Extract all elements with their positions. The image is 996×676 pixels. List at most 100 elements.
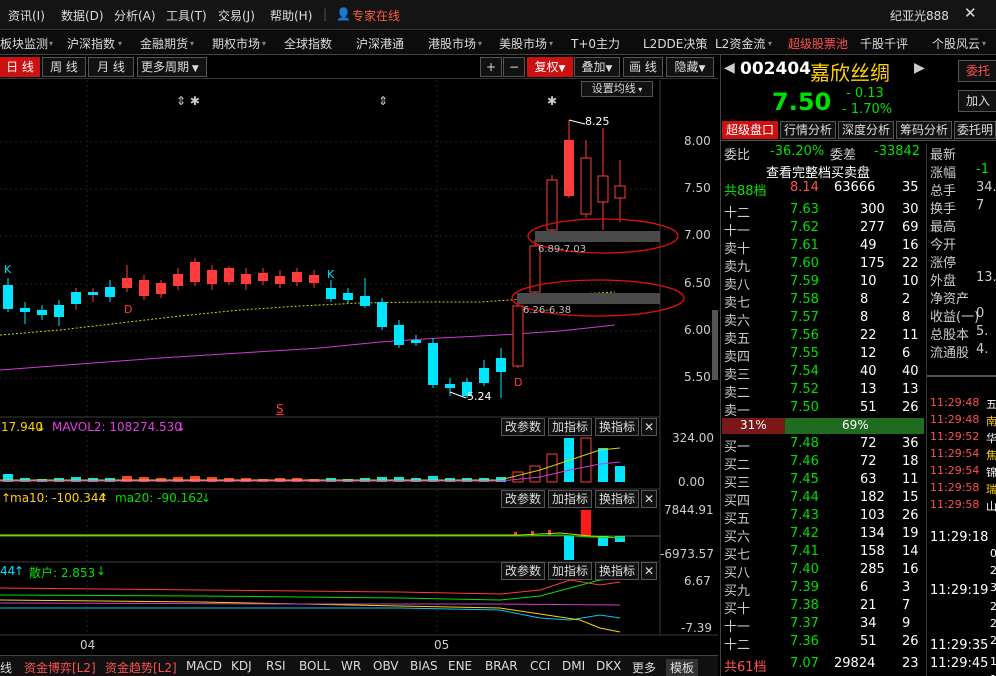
- order-count: 6: [902, 346, 911, 361]
- news-text[interactable]: 锦: [986, 464, 996, 482]
- kline-chart-area[interactable]: ⇕ ✱ ⇕ ✱ 设置均线 ▾ 8.00 7.50 7.00 6.50 6.00 …: [0, 80, 718, 676]
- params-button[interactable]: 改参数: [501, 562, 545, 580]
- prev-stock-icon[interactable]: ◀: [724, 60, 735, 78]
- entrust-button[interactable]: 委托: [958, 60, 996, 82]
- news-text[interactable]: 南: [986, 413, 996, 431]
- news-text[interactable]: 焦: [986, 447, 996, 465]
- menu-item-trade[interactable]: 交易(J): [218, 7, 255, 24]
- tab-wr[interactable]: WR: [341, 659, 361, 673]
- tab-ene[interactable]: ENE: [448, 659, 472, 673]
- draw-line-button[interactable]: 画 线: [623, 57, 663, 77]
- menu-item-news[interactable]: 资讯(I): [8, 7, 45, 24]
- nav-item-l2dde[interactable]: L2DDE决策: [643, 35, 707, 52]
- next-stock-icon[interactable]: ▶: [914, 60, 925, 78]
- tab-obv[interactable]: OBV: [373, 659, 399, 673]
- zoom-in-button[interactable]: +: [480, 57, 502, 77]
- nav-item-t0[interactable]: T+0主力: [571, 35, 620, 52]
- tab-cci[interactable]: CCI: [530, 659, 550, 673]
- menu-item-data[interactable]: 数据(D): [61, 7, 104, 24]
- add-indicator-button[interactable]: 加指标: [548, 490, 592, 508]
- nav-item-board[interactable]: 板块监测: [0, 35, 48, 52]
- nav-item-futures[interactable]: 金融期货: [140, 35, 188, 52]
- nav-item-us[interactable]: 美股市场: [499, 35, 547, 52]
- tab-boll[interactable]: BOLL: [299, 659, 330, 673]
- nav-item-hk[interactable]: 港股市场: [428, 35, 476, 52]
- period-month-button[interactable]: 月 线: [88, 57, 134, 77]
- close-panel-icon[interactable]: ✕: [641, 418, 657, 436]
- close-panel-icon[interactable]: ✕: [641, 562, 657, 580]
- tab-line[interactable]: 线: [0, 659, 12, 676]
- menu-item-tools[interactable]: 工具(T): [166, 7, 207, 24]
- y-tick-label: 6.00: [684, 323, 711, 337]
- nav-item-super-pool[interactable]: 超级股票池: [788, 35, 848, 52]
- full-book-link[interactable]: 查看完整档买卖盘: [766, 162, 870, 181]
- tab-super-orderbook[interactable]: 超级盘口: [722, 121, 778, 139]
- more-periods-button[interactable]: 更多周期 ▼: [137, 57, 207, 77]
- menu-item-analysis[interactable]: 分析(A): [114, 7, 156, 24]
- tab-bias[interactable]: BIAS: [410, 659, 438, 673]
- add-indicator-button[interactable]: 加指标: [548, 562, 592, 580]
- user-name[interactable]: 纪亚光888: [890, 7, 949, 24]
- nav-item-connect[interactable]: 沪深港通: [356, 35, 404, 52]
- params-button[interactable]: 改参数: [501, 418, 545, 436]
- period-week-button[interactable]: 周 线: [42, 57, 86, 77]
- news-time[interactable]: 11:29:58: [930, 481, 979, 499]
- menu-bar: 资讯(I) 数据(D) 分析(A) 工具(T) 交易(J) 帮助(H) | 👤 …: [0, 0, 996, 30]
- tab-template[interactable]: 模板: [666, 659, 699, 676]
- news-text[interactable]: 瑞: [986, 481, 996, 499]
- tab-chip-analysis[interactable]: 筹码分析: [896, 121, 952, 139]
- nav-item-global[interactable]: 全球指数: [284, 35, 332, 52]
- news-text[interactable]: 山: [986, 498, 996, 516]
- order-count: 30: [902, 202, 919, 217]
- order-count: 19: [902, 526, 919, 541]
- close-icon[interactable]: ✕: [964, 4, 977, 22]
- nav-item-comments[interactable]: 千股千评: [860, 35, 908, 52]
- tab-brar[interactable]: BRAR: [485, 659, 518, 673]
- nav-item-stock-wind[interactable]: 个股风云: [932, 35, 980, 52]
- nav-item-options[interactable]: 期权市场: [212, 35, 260, 52]
- event-marker[interactable]: ⇕ ✱: [176, 94, 200, 108]
- tab-entrust-detail[interactable]: 委托明: [954, 121, 996, 139]
- zoom-out-button[interactable]: −: [503, 57, 525, 77]
- event-marker[interactable]: ⇕: [378, 94, 388, 108]
- news-time[interactable]: 11:29:48: [930, 413, 979, 431]
- tab-macd[interactable]: MACD: [186, 659, 222, 673]
- add-watchlist-button[interactable]: 加入: [958, 90, 996, 112]
- order-volume: 8: [860, 292, 869, 307]
- nav-item-hs-index[interactable]: 沪深指数: [67, 35, 115, 52]
- period-day-button[interactable]: 日 线: [0, 57, 40, 77]
- tab-fund-trend[interactable]: 资金趋势[L2]: [105, 659, 177, 676]
- params-button[interactable]: 改参数: [501, 490, 545, 508]
- tab-rsi[interactable]: RSI: [266, 659, 286, 673]
- menu-item-help[interactable]: 帮助(H): [270, 7, 312, 24]
- news-time[interactable]: 11:29:48: [930, 396, 979, 414]
- close-panel-icon[interactable]: ✕: [641, 490, 657, 508]
- tab-dkx[interactable]: DKX: [596, 659, 621, 673]
- news-time[interactable]: 11:29:52: [930, 430, 979, 448]
- tab-market-analysis[interactable]: 行情分析: [780, 121, 836, 139]
- tab-more[interactable]: 更多: [632, 659, 656, 676]
- ma-setting-button[interactable]: 设置均线 ▾: [581, 81, 653, 97]
- change-indicator-button[interactable]: 换指标: [595, 418, 639, 436]
- stat-label: 收益(一): [930, 310, 980, 325]
- news-text[interactable]: 华: [986, 430, 996, 448]
- hide-button[interactable]: 隐藏▼: [666, 57, 714, 77]
- expert-online-link[interactable]: 专家在线: [352, 7, 400, 24]
- news-text[interactable]: 五: [986, 396, 996, 414]
- fuquan-button[interactable]: 复权▼: [527, 57, 573, 77]
- event-marker[interactable]: ✱: [547, 94, 557, 108]
- nav-item-l2flow[interactable]: L2资金流: [715, 35, 765, 52]
- tab-dmi[interactable]: DMI: [562, 659, 585, 673]
- change-indicator-button[interactable]: 换指标: [595, 490, 639, 508]
- change-indicator-button[interactable]: 换指标: [595, 562, 639, 580]
- candle: [122, 278, 132, 288]
- tab-kdj[interactable]: KDJ: [231, 659, 252, 673]
- tab-deep-analysis[interactable]: 深度分析: [838, 121, 894, 139]
- add-indicator-button[interactable]: 加指标: [548, 418, 592, 436]
- news-time[interactable]: 11:29:54: [930, 447, 979, 465]
- overlay-button[interactable]: 叠加▼: [574, 57, 620, 77]
- chart-scrollbar[interactable]: [712, 310, 718, 380]
- news-time[interactable]: 11:29:58: [930, 498, 979, 516]
- news-time[interactable]: 11:29:54: [930, 464, 979, 482]
- tab-fund-game[interactable]: 资金博弈[L2]: [24, 659, 96, 676]
